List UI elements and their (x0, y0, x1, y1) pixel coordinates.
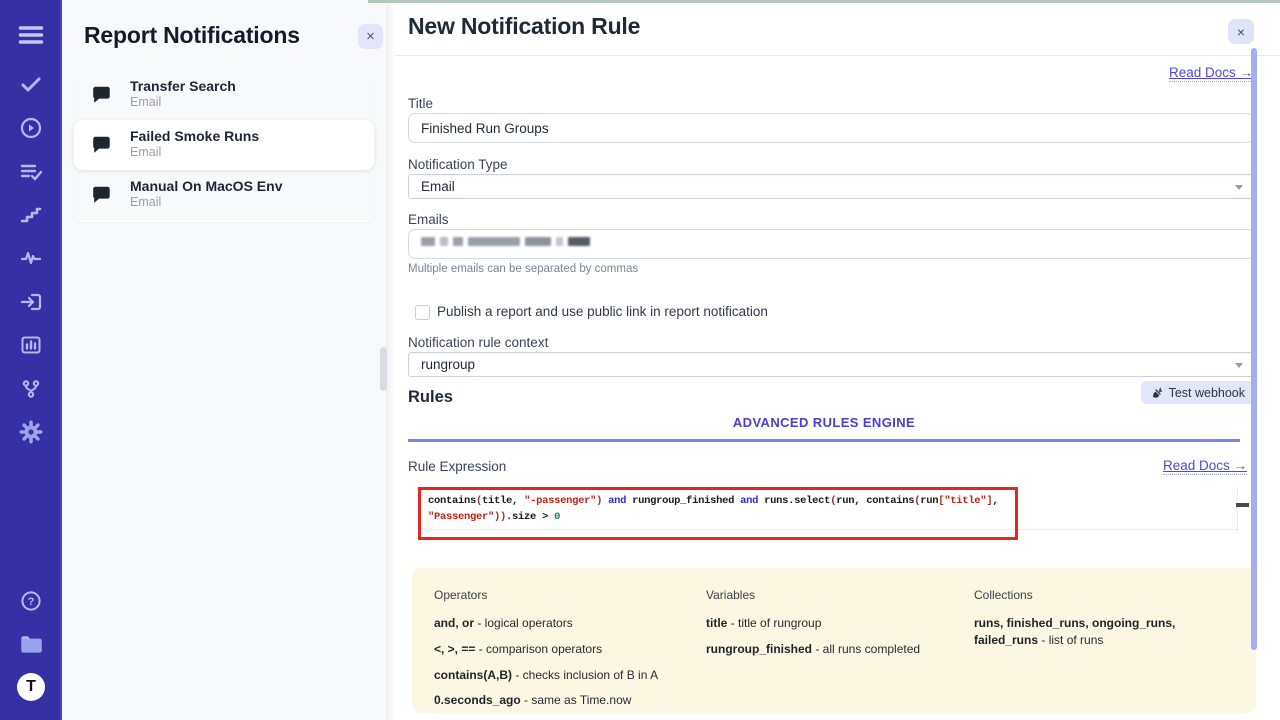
read-docs-link[interactable]: Read Docs → (1163, 458, 1247, 475)
notification-type: Email (130, 95, 364, 109)
help-entry: and, or - logical operators (434, 615, 706, 632)
close-icon: × (366, 28, 375, 45)
title-label: Title (408, 96, 433, 111)
tab-advanced-rules-engine[interactable]: ADVANCED RULES ENGINE (408, 415, 1240, 442)
chevron-down-icon (1235, 363, 1243, 368)
list-check-icon (19, 160, 43, 184)
test-webhook-button[interactable]: Test webhook (1141, 381, 1255, 404)
sidebar-item-runs[interactable] (11, 108, 51, 148)
notification-title: Failed Smoke Runs (130, 128, 364, 144)
check-icon (19, 72, 43, 96)
help-button[interactable]: ? (11, 581, 51, 621)
sidebar-item-steps[interactable] (11, 195, 51, 235)
panel-divider (386, 0, 395, 720)
chevron-down-icon (1235, 185, 1243, 190)
dialog-title: New Notification Rule (408, 13, 640, 40)
help-column-operators: Operators and, or - logical operators <,… (434, 588, 706, 713)
activity-pulse-icon (19, 246, 43, 270)
rule-expression-label: Rule Expression (408, 459, 506, 474)
rules-help-box: Operators and, or - logical operators <,… (412, 568, 1256, 713)
test-webhook-label: Test webhook (1169, 386, 1245, 400)
help-entry: title - title of rungroup (706, 615, 974, 632)
help-column-variables: Variables title - title of rungroup rung… (706, 588, 974, 713)
projects-button[interactable] (11, 624, 51, 664)
list-item[interactable]: Transfer Search Email (74, 70, 374, 120)
emails-value-redacted (421, 237, 590, 246)
notification-type-select[interactable]: Email (408, 174, 1254, 199)
svg-text:?: ? (28, 596, 35, 608)
sidebar-item-reports[interactable] (11, 325, 51, 365)
read-docs-link[interactable]: Read Docs → (1169, 65, 1253, 82)
help-entry: contains(A,B) - checks inclusion of B in… (434, 667, 706, 684)
emails-label: Emails (408, 212, 449, 227)
report-notifications-panel: Report Notifications × Transfer Search E… (62, 0, 386, 720)
sidebar-item-settings[interactable] (11, 412, 51, 452)
title-input[interactable] (408, 113, 1254, 143)
notification-list: Transfer Search Email Failed Smoke Runs … (74, 70, 374, 220)
app-logo[interactable]: T (17, 673, 45, 701)
help-entry: <, >, == - comparison operators (434, 641, 706, 658)
app-logo-letter: T (26, 678, 36, 696)
dialog-header: New Notification Rule × (395, 0, 1280, 56)
list-item[interactable]: Manual On MacOS Env Email (74, 170, 374, 220)
panel-close-button[interactable]: × (358, 24, 383, 49)
help-circle-icon: ? (19, 589, 43, 613)
play-circle-icon (19, 116, 43, 140)
sidebar-item-pipelines[interactable] (11, 369, 51, 409)
notification-type: Email (130, 195, 364, 209)
help-column-title: Variables (706, 588, 974, 602)
rules-heading: Rules (408, 388, 453, 407)
notification-type-label: Notification Type (408, 157, 508, 172)
rule-context-value: rungroup (421, 357, 475, 372)
close-icon: × (1237, 24, 1245, 40)
help-column-title: Collections (974, 588, 1242, 602)
help-entry: runs, finished_runs, ongoing_runs, faile… (974, 615, 1242, 649)
app-window: ? T Report Notifications × Transfer Sear… (0, 0, 1280, 720)
vertical-scrollbar[interactable] (1251, 48, 1257, 650)
new-notification-rule-dialog: New Notification Rule × Read Docs → Titl… (395, 0, 1280, 720)
gear-icon (18, 419, 44, 445)
help-entry: rungroup_finished - all runs completed (706, 641, 974, 658)
sidebar-item-checks[interactable] (11, 64, 51, 104)
sign-in-icon (19, 290, 43, 314)
chat-bubble-icon (90, 84, 112, 106)
rule-expression-code: contains(title, "-passenger") and rungro… (428, 493, 998, 525)
dialog-close-button[interactable]: × (1228, 19, 1254, 44)
editor-scroll-thumb[interactable] (1236, 503, 1249, 507)
sidebar: ? T (0, 0, 62, 720)
chat-bubble-icon (90, 184, 112, 206)
webhook-plug-icon (1151, 387, 1163, 399)
steps-icon (19, 203, 43, 227)
help-column-collections: Collections runs, finished_runs, ongoing… (974, 588, 1242, 713)
rule-context-select[interactable]: rungroup (408, 352, 1254, 377)
sidebar-item-activity[interactable] (11, 238, 51, 278)
sidebar-item-import[interactable] (11, 282, 51, 322)
notification-title: Manual On MacOS Env (130, 178, 364, 194)
panel-resize-handle[interactable] (380, 347, 387, 391)
help-entry: 0.seconds_ago - same as Time.now (434, 692, 706, 709)
notification-type: Email (130, 145, 364, 159)
help-column-title: Operators (434, 588, 706, 602)
editor-edge (1237, 487, 1238, 532)
rule-context-label: Notification rule context (408, 335, 548, 350)
notification-title: Transfer Search (130, 78, 364, 94)
publish-report-checkbox[interactable] (415, 305, 430, 320)
sidebar-item-test-lists[interactable] (11, 152, 51, 192)
notification-type-value: Email (421, 179, 455, 194)
hamburger-icon (17, 21, 45, 49)
panel-title: Report Notifications (84, 22, 300, 49)
page-top-strip (368, 0, 1280, 3)
rule-expression-editor[interactable]: contains(title, "-passenger") and rungro… (418, 487, 1240, 540)
menu-button[interactable] (11, 15, 51, 55)
list-item-selected[interactable]: Failed Smoke Runs Email (74, 120, 374, 170)
publish-report-label: Publish a report and use public link in … (437, 304, 768, 319)
emails-hint: Multiple emails can be separated by comm… (408, 263, 638, 275)
branch-icon (19, 377, 43, 401)
bar-chart-icon (19, 333, 43, 357)
folder-icon (18, 631, 44, 657)
chat-bubble-icon (90, 134, 112, 156)
